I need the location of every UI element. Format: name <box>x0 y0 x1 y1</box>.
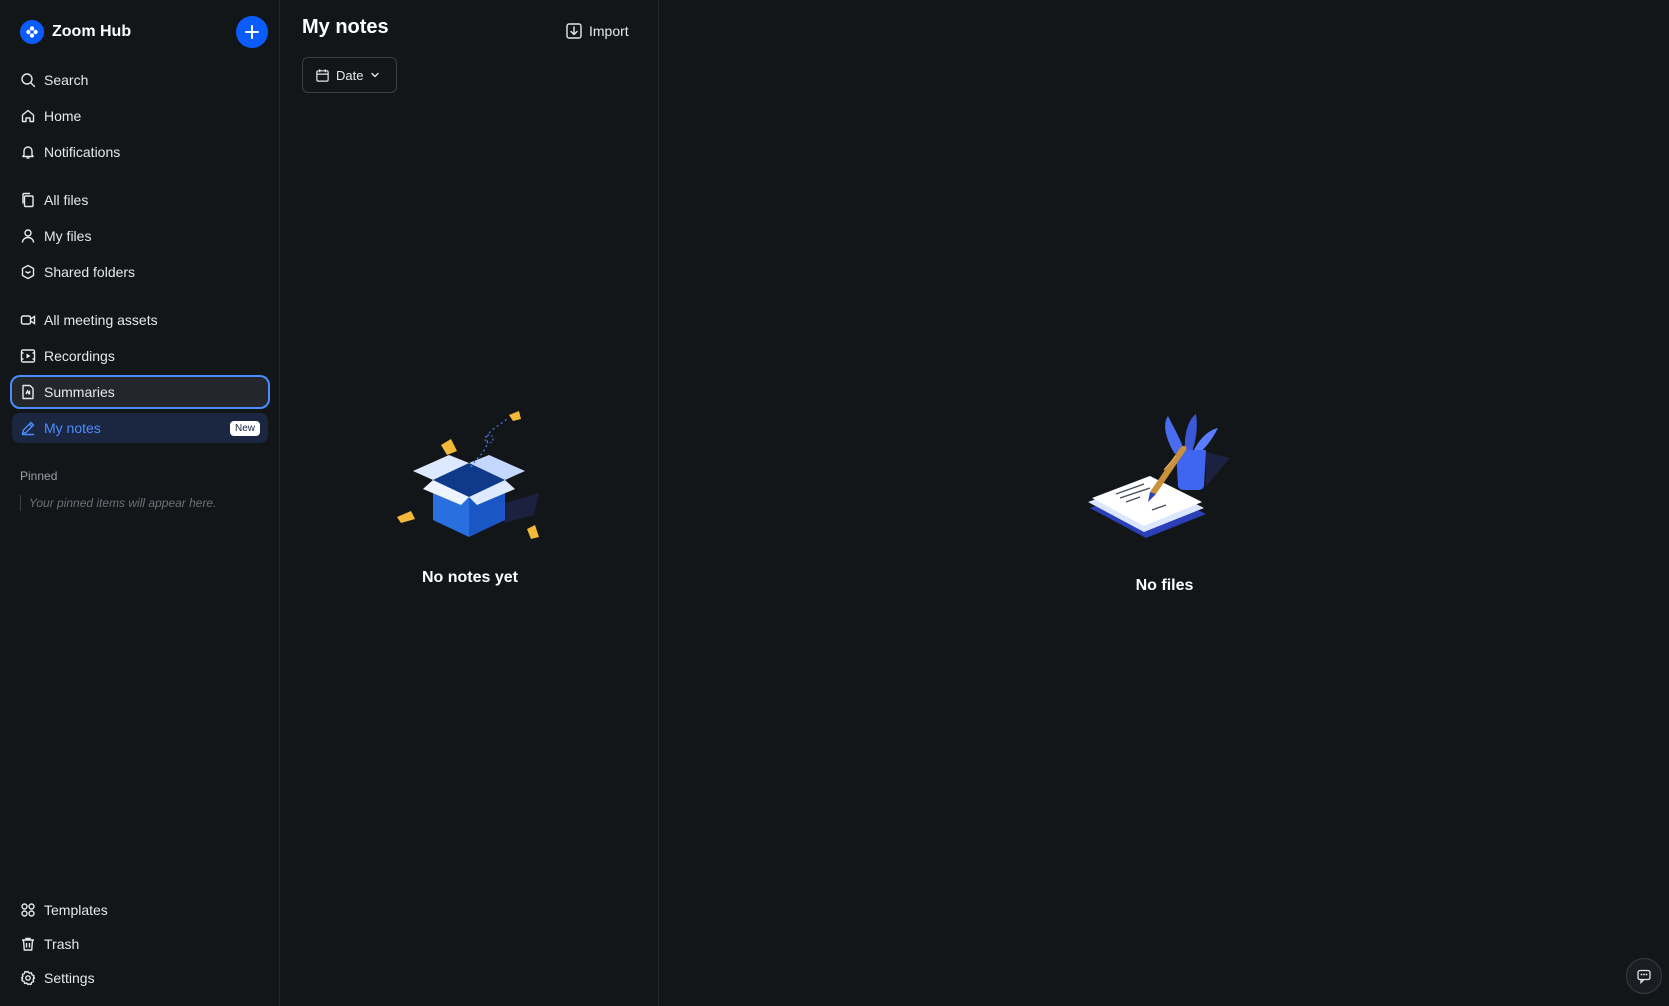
recording-icon <box>20 349 36 363</box>
calendar-icon <box>316 68 329 82</box>
empty-notes-message: No notes yet <box>421 569 518 586</box>
sidebar-item-label: All files <box>44 192 89 208</box>
sidebar-item-label: My notes <box>44 420 101 436</box>
shared-folder-icon <box>21 264 35 280</box>
page-title: My notes <box>302 16 389 38</box>
sidebar-item-recordings[interactable]: Recordings <box>12 341 268 371</box>
sidebar-item-my-notes[interactable]: My notes New <box>12 413 268 443</box>
sidebar-item-label: My files <box>44 228 92 244</box>
sidebar-item-all-meeting-assets[interactable]: All meeting assets <box>12 305 268 335</box>
sidebar-item-label: Recordings <box>44 348 115 364</box>
templates-icon <box>21 903 35 917</box>
files-icon <box>22 192 34 208</box>
sidebar-item-summaries[interactable]: Summaries <box>12 377 268 407</box>
sidebar-item-label: Templates <box>44 902 108 918</box>
date-filter-dropdown[interactable]: Date <box>302 57 397 93</box>
gear-icon <box>20 970 36 986</box>
sidebar-item-label: Notifications <box>44 144 121 160</box>
plus-icon <box>245 25 259 39</box>
app-name: Zoom Hub <box>52 23 132 40</box>
video-icon <box>20 315 36 325</box>
sidebar-item-trash[interactable]: Trash <box>12 929 268 959</box>
sidebar-item-shared-folders[interactable]: Shared folders <box>12 257 268 287</box>
empty-files-illustration <box>1088 414 1230 538</box>
new-item-button[interactable] <box>236 16 268 48</box>
notes-panel: My notes Import Date No notes yet <box>281 0 659 1006</box>
sidebar-item-label: Home <box>44 108 82 124</box>
date-filter-label: Date <box>336 67 364 83</box>
trash-icon <box>22 937 34 951</box>
sidebar-item-templates[interactable]: Templates <box>12 895 268 925</box>
user-icon <box>21 229 35 243</box>
files-panel: No files <box>660 0 1669 1006</box>
empty-files-message: No files <box>1135 577 1194 594</box>
import-button[interactable]: Import <box>565 19 629 43</box>
sidebar-item-label: Summaries <box>44 384 115 400</box>
home-icon <box>21 109 35 123</box>
pencil-icon <box>21 421 35 436</box>
brand[interactable]: Zoom Hub <box>20 20 131 44</box>
import-icon <box>566 23 582 39</box>
bell-icon <box>22 146 34 159</box>
import-label: Import <box>589 23 629 39</box>
empty-box-illustration <box>397 411 539 539</box>
sidebar-item-notifications[interactable]: Notifications <box>12 137 268 167</box>
zoom-logo-icon <box>20 20 44 44</box>
sidebar-item-label: All meeting assets <box>44 312 158 328</box>
sidebar-item-search[interactable]: Search <box>12 65 268 95</box>
sidebar: Zoom Hub Search Home Notifications All f… <box>0 0 280 1006</box>
sidebar-item-label: Settings <box>44 970 95 986</box>
pinned-empty-hint: Your pinned items will appear here. <box>20 495 216 511</box>
feedback-button[interactable] <box>1626 958 1662 994</box>
summary-icon <box>22 384 34 400</box>
sidebar-item-home[interactable]: Home <box>12 101 268 131</box>
feedback-icon <box>1637 969 1651 984</box>
new-badge: New <box>229 421 260 436</box>
search-icon <box>21 73 36 88</box>
sidebar-item-label: Search <box>44 72 89 88</box>
chevron-down-icon <box>371 72 380 78</box>
sidebar-item-label: Shared folders <box>44 264 136 280</box>
sidebar-item-all-files[interactable]: All files <box>12 185 268 215</box>
sidebar-item-my-files[interactable]: My files <box>12 221 268 251</box>
sidebar-item-label: Trash <box>44 936 80 952</box>
sidebar-item-settings[interactable]: Settings <box>12 963 268 993</box>
pinned-heading: Pinned <box>20 469 58 483</box>
